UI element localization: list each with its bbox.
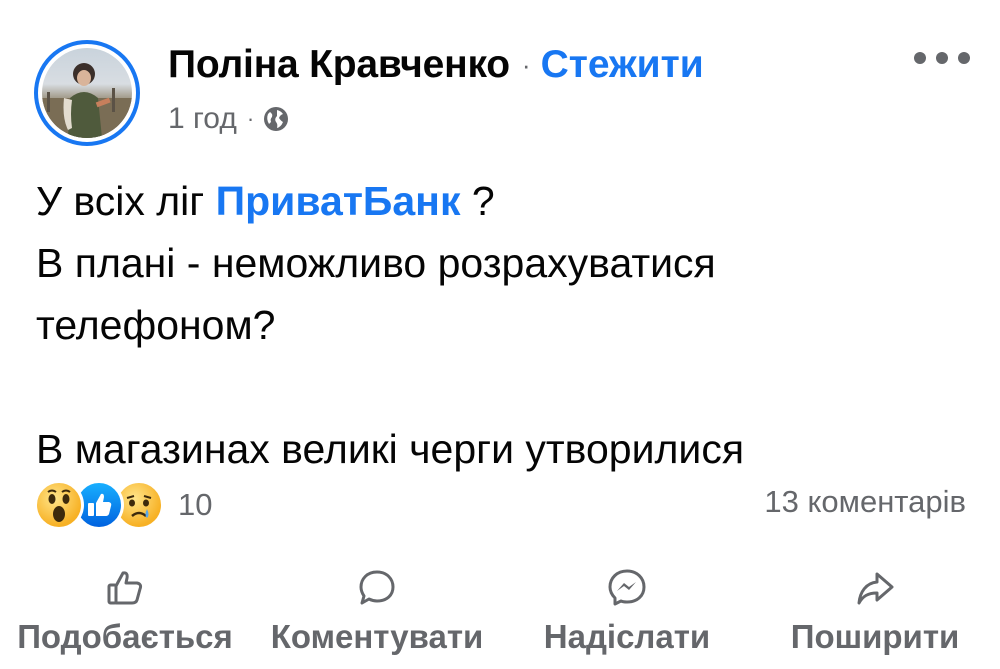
post-timestamp[interactable]: 1 год (168, 102, 237, 136)
more-options-icon[interactable] (914, 44, 970, 72)
post-text-line: телефоном? (36, 302, 276, 348)
wow-icon (34, 480, 84, 530)
share-label: Поширити (790, 618, 960, 655)
text-fragment: У всіх ліг (36, 178, 216, 224)
dot (914, 52, 926, 64)
post-meta: 1 год · (168, 98, 290, 140)
mention-link[interactable]: ПриватБанк (216, 178, 461, 224)
text-fragment: ? (460, 178, 495, 224)
send-button[interactable]: Надіслати (522, 568, 732, 656)
thumbs-up-icon (105, 568, 145, 608)
author-name[interactable]: Поліна Кравченко (168, 43, 510, 87)
comments-count[interactable]: 13 коментарів (764, 484, 966, 520)
avatar[interactable] (34, 40, 140, 146)
share-button[interactable]: Поширити (770, 568, 980, 656)
post-card: Поліна Кравченко · Стежити 1 год · У всі… (0, 0, 1000, 669)
messenger-icon (607, 568, 647, 608)
dot (936, 52, 948, 64)
post-text-line: У всіх ліг ПриватБанк ? (36, 170, 976, 232)
dot (958, 52, 970, 64)
comment-bubble-icon (357, 568, 397, 608)
separator-dot: · (521, 49, 531, 80)
like-label: Подобається (17, 618, 233, 655)
post-text: У всіх ліг ПриватБанк ? В плані - неможл… (36, 170, 976, 480)
reaction-count: 10 (178, 487, 213, 522)
share-arrow-icon (855, 568, 895, 608)
post-text-line: В плані - неможливо розрахуватися (36, 240, 716, 286)
like-button[interactable]: Подобається (10, 568, 240, 656)
globe-icon (262, 105, 290, 133)
paragraph-break (36, 356, 976, 418)
meta-separator: · (246, 106, 255, 131)
post-text-line: В магазинах великі черги утворилися (36, 426, 745, 472)
reactions-summary[interactable]: 10 (34, 480, 212, 530)
avatar-photo (42, 48, 132, 138)
author-line: Поліна Кравченко · Стежити (168, 40, 704, 90)
comment-label: Коментувати (270, 618, 484, 655)
comment-button[interactable]: Коментувати (262, 568, 492, 656)
send-label: Надіслати (543, 618, 711, 655)
follow-button[interactable]: Стежити (541, 43, 704, 87)
action-bar: Подобається Коментувати Надіслати Пошири… (0, 568, 1000, 664)
